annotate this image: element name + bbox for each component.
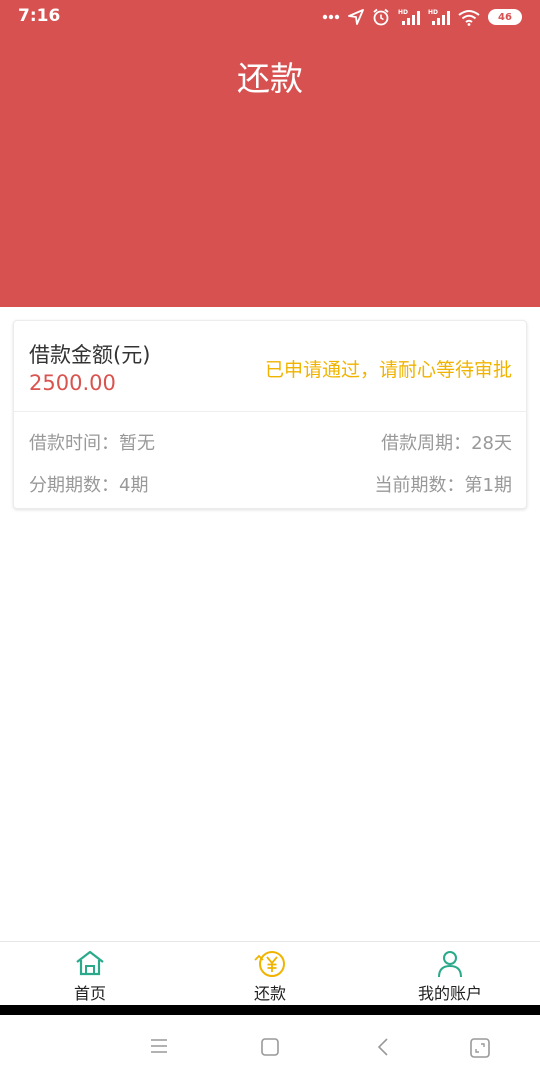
status-bar: 7:16 HD HD 46 — [0, 0, 540, 34]
loan-card[interactable]: 借款金额(元) 2500.00 已申请通过，请耐心等待审批 借款时间：暂无 借款… — [13, 320, 527, 509]
tab-my-account[interactable]: 我的账户 — [360, 942, 540, 1006]
loan-card-summary: 借款金额(元) 2500.00 已申请通过，请耐心等待审批 — [14, 321, 526, 412]
current-installment: 当前期数：第1期 — [374, 475, 512, 496]
more-dots-icon — [322, 14, 340, 20]
installment-count: 分期期数：4期 — [29, 475, 149, 496]
home-icon — [76, 950, 104, 976]
loan-amount-value: 2500.00 — [29, 371, 116, 395]
loan-period: 借款周期：28天 — [381, 433, 512, 454]
recent-apps-icon[interactable] — [469, 1037, 491, 1059]
loan-time: 借款时间：暂无 — [29, 433, 155, 454]
svg-text:HD: HD — [428, 9, 438, 16]
wifi-icon — [458, 9, 480, 26]
tab-home-label: 首页 — [73, 984, 106, 1003]
loan-amount-label: 借款金额(元) — [29, 343, 151, 367]
tab-my-account-label: 我的账户 — [417, 984, 482, 1003]
svg-text:HD: HD — [398, 9, 408, 16]
page-title: 还款 — [237, 59, 303, 98]
loan-status: 已申请通过，请耐心等待审批 — [264, 359, 512, 381]
back-icon[interactable] — [375, 1037, 391, 1057]
divider-bar — [0, 1005, 540, 1015]
status-icons: HD HD 46 — [322, 6, 522, 28]
system-nav-bar — [0, 1015, 540, 1080]
tab-repay[interactable]: 还款 — [180, 942, 360, 1006]
header: 7:16 HD HD 46 还款 — [0, 0, 540, 307]
menu-icon[interactable] — [149, 1037, 169, 1055]
signal-hd-icon-2: HD — [428, 9, 450, 25]
bottom-tab-bar: 首页 还款 我的账户 — [0, 941, 540, 1005]
user-icon — [438, 951, 462, 978]
tab-repay-label: 还款 — [253, 984, 286, 1003]
home-square-icon[interactable] — [260, 1037, 280, 1057]
status-time: 7:16 — [18, 6, 61, 26]
repay-yen-icon — [254, 951, 285, 977]
tab-home[interactable]: 首页 — [0, 942, 180, 1006]
signal-hd-icon: HD — [398, 9, 420, 25]
alarm-icon — [373, 8, 389, 26]
battery-indicator: 46 — [488, 9, 522, 25]
location-arrow-icon — [348, 9, 364, 25]
